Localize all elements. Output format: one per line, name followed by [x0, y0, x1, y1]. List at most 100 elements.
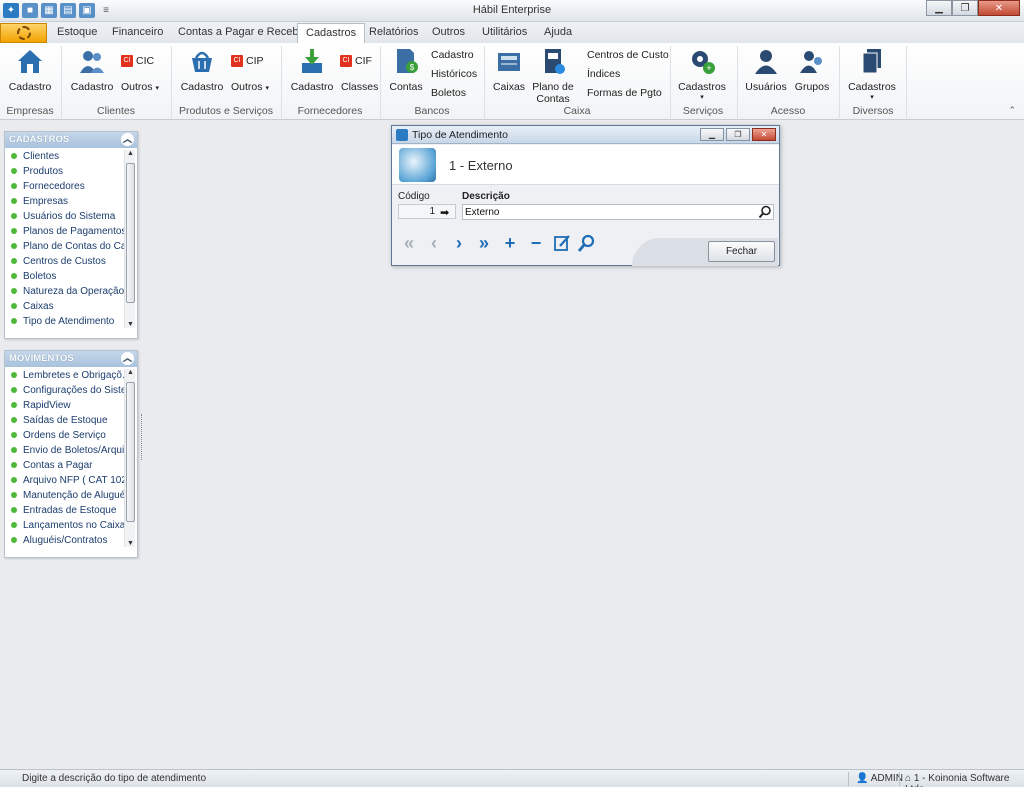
- maximize-button[interactable]: ❐: [952, 0, 978, 16]
- scroll-down-icon[interactable]: ▼: [125, 540, 136, 547]
- label: Cadastro: [180, 81, 224, 93]
- close-button[interactable]: ✕: [978, 0, 1020, 16]
- list-item[interactable]: Boletos: [11, 271, 56, 286]
- list-item[interactable]: Lembretes e Obrigaçõ...: [11, 370, 130, 385]
- produtos-cip-button[interactable]: CI CIP: [231, 55, 264, 68]
- list-item[interactable]: Configurações do Siste...: [11, 385, 135, 400]
- list-item[interactable]: Fornecedores: [11, 181, 85, 196]
- tab-cadastros[interactable]: Cadastros: [297, 23, 366, 44]
- dialog-close-button[interactable]: ✕: [752, 128, 776, 141]
- acesso-usuarios-button[interactable]: Usuários: [745, 47, 787, 93]
- dialog-title-bar[interactable]: Tipo de Atendimento ▁ ❐ ✕: [392, 126, 779, 144]
- acesso-grupos-button[interactable]: Grupos: [793, 47, 831, 93]
- tab-contas-pagar-receber[interactable]: Contas a Pagar e Receber: [178, 26, 308, 38]
- cadastros-scrollbar[interactable]: ▲ ▼: [124, 150, 135, 328]
- cadastros-panel: CADASTROS ︿ Clientes Produtos Fornecedor…: [4, 131, 138, 339]
- group-label-empresas: Empresas: [6, 105, 54, 117]
- list-item[interactable]: Clientes: [11, 151, 59, 166]
- dropdown-arrow-icon: ▾: [155, 85, 159, 92]
- scroll-up-icon[interactable]: ▲: [125, 150, 136, 157]
- window-controls: ▁ ❐ ✕: [926, 0, 1020, 16]
- caixa-centros-custo-button[interactable]: Centros de Custo: [587, 49, 669, 61]
- list-item[interactable]: Plano de Contas do Ca...: [11, 241, 135, 256]
- bullet-icon: [11, 447, 17, 454]
- bancos-historicos-button[interactable]: Históricos: [431, 68, 477, 80]
- list-item[interactable]: Manutenção de Alugué...: [11, 490, 134, 505]
- bancos-cadastro-button[interactable]: Cadastro: [431, 49, 474, 61]
- first-record-icon[interactable]: «: [399, 233, 419, 253]
- cadastros-panel-header[interactable]: CADASTROS ︿: [5, 132, 137, 148]
- list-item[interactable]: Planos de Pagamentos: [11, 226, 126, 241]
- list-item[interactable]: Empresas: [11, 196, 68, 211]
- caixa-caixas-button[interactable]: Caixas: [492, 47, 526, 93]
- edit-icon[interactable]: [552, 233, 572, 253]
- remove-record-icon[interactable]: −: [526, 233, 546, 253]
- tab-outros[interactable]: Outros: [432, 26, 465, 38]
- list-item[interactable]: Ordens de Serviço: [11, 430, 106, 445]
- tab-ajuda[interactable]: Ajuda: [544, 26, 572, 38]
- next-record-icon[interactable]: ›: [449, 233, 469, 253]
- collapse-chevron-icon[interactable]: ︿: [121, 133, 134, 146]
- previous-record-icon[interactable]: ‹: [424, 233, 444, 253]
- produtos-outros-dropdown[interactable]: Outros ▾: [231, 81, 269, 93]
- minimize-button[interactable]: ▁: [926, 0, 952, 16]
- caixa-formas-pgto-button[interactable]: Formas de Pgto: [587, 87, 662, 99]
- list-item[interactable]: Natureza da Operação: [11, 286, 124, 301]
- produtos-cadastro-button[interactable]: Cadastro: [180, 47, 224, 93]
- movimentos-scrollbar[interactable]: ▲ ▼: [124, 369, 135, 547]
- diversos-cadastros-button[interactable]: Cadastros ▾: [848, 47, 896, 101]
- list-item[interactable]: Saídas de Estoque: [11, 415, 108, 430]
- search-icon[interactable]: [758, 205, 772, 219]
- fechar-button[interactable]: Fechar: [708, 241, 775, 262]
- tab-utilitarios[interactable]: Utilitários: [482, 26, 527, 38]
- tipo-atendimento-dialog: Tipo de Atendimento ▁ ❐ ✕ 1 - Externo Có…: [391, 125, 780, 266]
- descricao-input[interactable]: [462, 204, 774, 220]
- movimentos-panel: MOVIMENTOS ︿ Lembretes e Obrigaçõ... Con…: [4, 350, 138, 558]
- tab-relatorios[interactable]: Relatórios: [369, 26, 419, 38]
- list-item[interactable]: Arquivo NFP ( CAT 102...: [11, 475, 135, 490]
- scroll-thumb[interactable]: [126, 163, 135, 303]
- group-label-diversos: Diversos: [852, 105, 894, 117]
- caixa-indices-button[interactable]: Índices: [587, 68, 620, 80]
- list-item[interactable]: Aluguéis/Contratos: [11, 535, 108, 550]
- last-record-icon[interactable]: »: [474, 233, 494, 253]
- find-record-icon[interactable]: [577, 233, 597, 253]
- scroll-down-icon[interactable]: ▼: [125, 321, 136, 328]
- fornecedores-classes-button[interactable]: Classes: [341, 81, 378, 93]
- record-title: 1 - Externo: [449, 158, 513, 173]
- caixa-plano-contas-button[interactable]: Plano de Contas: [531, 47, 575, 105]
- list-item[interactable]: Produtos: [11, 166, 63, 181]
- list-item[interactable]: Caixas: [11, 301, 54, 316]
- tab-financeiro[interactable]: Financeiro: [112, 26, 163, 38]
- list-item[interactable]: Entradas de Estoque: [11, 505, 116, 520]
- list-item[interactable]: Usuários do Sistema: [11, 211, 115, 226]
- dialog-restore-button[interactable]: ❐: [726, 128, 750, 141]
- list-item[interactable]: RapidView: [11, 400, 71, 415]
- dialog-minimize-button[interactable]: ▁: [700, 128, 724, 141]
- clientes-cic-button[interactable]: CI CIC: [121, 55, 154, 68]
- fornecedores-cadastro-button[interactable]: Cadastro: [290, 47, 334, 93]
- label: Produtos: [23, 166, 64, 177]
- movimentos-panel-header[interactable]: MOVIMENTOS ︿: [5, 351, 137, 367]
- scroll-up-icon[interactable]: ▲: [125, 369, 136, 376]
- empresas-cadastro-button[interactable]: Cadastro: [8, 47, 52, 93]
- clientes-outros-dropdown[interactable]: Outros ▾: [121, 81, 159, 93]
- list-item[interactable]: Centros de Custos: [11, 256, 106, 271]
- application-menu-button[interactable]: [0, 23, 47, 43]
- add-record-icon[interactable]: +: [500, 233, 520, 253]
- list-item[interactable]: Contas a Pagar: [11, 460, 93, 475]
- list-item[interactable]: Tipo de Atendimento: [11, 316, 114, 331]
- fornecedores-cif-button[interactable]: CI CIF: [340, 55, 372, 68]
- clientes-cadastro-button[interactable]: Cadastro: [70, 47, 114, 93]
- sidebar-splitter[interactable]: [141, 414, 146, 460]
- bancos-contas-button[interactable]: $ Contas: [388, 47, 424, 93]
- list-item[interactable]: Lançamentos no Caixa: [11, 520, 125, 535]
- tab-estoque[interactable]: Estoque: [57, 26, 97, 38]
- collapse-chevron-icon[interactable]: ︿: [121, 352, 134, 365]
- scroll-thumb[interactable]: [126, 382, 135, 522]
- servicos-cadastros-button[interactable]: + Cadastros ▾: [678, 47, 726, 101]
- collapse-ribbon-icon[interactable]: ⌃: [1008, 105, 1016, 116]
- list-item[interactable]: Envio de Boletos/Arqui...: [11, 445, 133, 460]
- ribbon: Cadastro Empresas Cadastro CI CIC Outros …: [0, 43, 1024, 120]
- bancos-boletos-button[interactable]: Boletos: [431, 87, 466, 99]
